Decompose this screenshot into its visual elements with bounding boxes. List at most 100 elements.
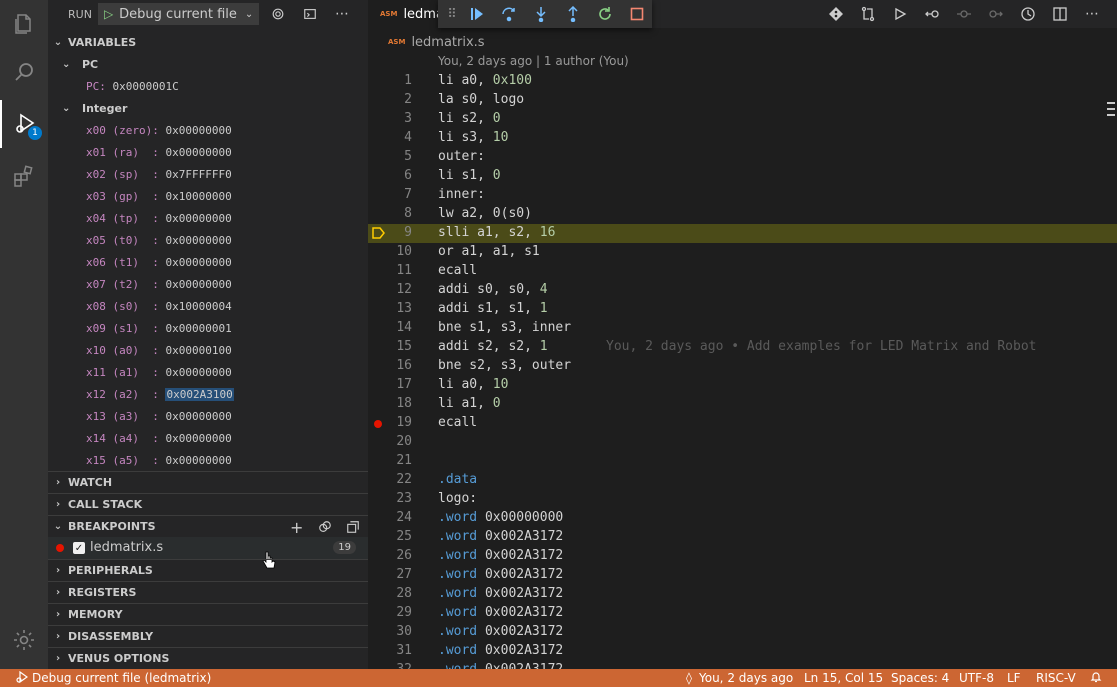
- line-number[interactable]: 10: [368, 244, 412, 259]
- toggle-breakpoints-icon[interactable]: [318, 520, 332, 537]
- code-line[interactable]: 23 logo:: [368, 490, 1117, 509]
- line-number[interactable]: 22: [368, 472, 412, 487]
- variable-register[interactable]: x07 (t2) : 0x00000000: [86, 273, 232, 295]
- code-line[interactable]: 11 ecall: [368, 262, 1117, 281]
- variable-register[interactable]: x01 (ra) : 0x00000000: [86, 141, 232, 163]
- venus-options-section-header[interactable]: › VENUS OPTIONS: [48, 647, 368, 669]
- start-debug-icon[interactable]: ▷: [104, 7, 113, 21]
- variable-register[interactable]: x12 (a2) : 0x002A3100: [86, 383, 234, 405]
- code-line[interactable]: 17 li a0, 10: [368, 376, 1117, 395]
- line-number[interactable]: 31: [368, 643, 412, 658]
- line-number[interactable]: 18: [368, 396, 412, 411]
- variable-register[interactable]: x05 (t0) : 0x00000000: [86, 229, 232, 251]
- line-number[interactable]: 17: [368, 377, 412, 392]
- variable-register[interactable]: x08 (s0) : 0x10000004: [86, 295, 232, 317]
- timeline-icon[interactable]: [1018, 4, 1038, 24]
- breakpoint-item[interactable]: ✓ ledmatrix.s 19: [48, 537, 368, 569]
- line-number[interactable]: 3: [368, 111, 412, 126]
- line-number[interactable]: 26: [368, 548, 412, 563]
- breakpoint-checkbox[interactable]: ✓: [73, 542, 85, 554]
- code-line[interactable]: 9 slli a1, s2, 16: [368, 224, 1117, 243]
- code-line[interactable]: 22 .data: [368, 471, 1117, 490]
- debug-status[interactable]: Debug current file (ledmatrix): [32, 671, 211, 685]
- commit-icon[interactable]: [954, 4, 974, 24]
- line-number[interactable]: 27: [368, 567, 412, 582]
- run-file-icon[interactable]: [890, 4, 910, 24]
- callstack-section-header[interactable]: › CALL STACK: [48, 493, 368, 515]
- breadcrumb[interactable]: ASM ledmatrix.s: [388, 32, 485, 52]
- line-number[interactable]: 24: [368, 510, 412, 525]
- compare-changes-icon[interactable]: [858, 4, 878, 24]
- cursor-position[interactable]: Ln 15, Col 15: [804, 671, 883, 685]
- more-actions-icon[interactable]: ⋯: [333, 5, 351, 23]
- line-number[interactable]: 21: [368, 453, 412, 468]
- extensions-icon[interactable]: [0, 152, 48, 200]
- line-number[interactable]: 14: [368, 320, 412, 335]
- variable-pc[interactable]: PC: 0x0000001C: [86, 75, 179, 97]
- code-line[interactable]: 31 .word 0x002A3172: [368, 642, 1117, 661]
- indentation[interactable]: Spaces: 4: [891, 671, 949, 685]
- code-line[interactable]: 7 inner:: [368, 186, 1117, 205]
- code-line[interactable]: 4 li s3, 10: [368, 129, 1117, 148]
- code-line[interactable]: 13 addi s1, s1, 1: [368, 300, 1117, 319]
- git-icon[interactable]: [826, 4, 846, 24]
- step-into-icon[interactable]: [531, 4, 551, 24]
- go-back-icon[interactable]: [922, 4, 942, 24]
- code-line[interactable]: 25 .word 0x002A3172: [368, 528, 1117, 547]
- variable-register[interactable]: x11 (a1) : 0x00000000: [86, 361, 232, 383]
- add-breakpoint-icon[interactable]: +: [290, 518, 303, 537]
- line-number[interactable]: 28: [368, 586, 412, 601]
- disassembly-section-header[interactable]: › DISASSEMBLY: [48, 625, 368, 647]
- code-line[interactable]: 16 bne s2, s3, outer: [368, 357, 1117, 376]
- line-number[interactable]: 23: [368, 491, 412, 506]
- end-of-line[interactable]: LF: [1007, 671, 1021, 685]
- variable-register[interactable]: x00 (zero): 0x00000000: [86, 119, 232, 141]
- code-line[interactable]: 6 li s1, 0: [368, 167, 1117, 186]
- line-number[interactable]: 5: [368, 149, 412, 164]
- go-forward-icon[interactable]: [986, 4, 1006, 24]
- stop-icon[interactable]: [627, 4, 647, 24]
- line-number[interactable]: 4: [368, 130, 412, 145]
- line-number[interactable]: 12: [368, 282, 412, 297]
- registers-section-header[interactable]: › REGISTERS: [48, 581, 368, 603]
- git-blame-status[interactable]: You, 2 days ago: [699, 671, 793, 685]
- code-line[interactable]: 29 .word 0x002A3172: [368, 604, 1117, 623]
- debug-config-select[interactable]: ▷ Debug current file ⌄: [97, 3, 260, 25]
- step-over-icon[interactable]: [499, 4, 519, 24]
- variable-register[interactable]: x03 (gp) : 0x10000000: [86, 185, 232, 207]
- code-line[interactable]: 27 .word 0x002A3172: [368, 566, 1117, 585]
- restart-icon[interactable]: [595, 4, 615, 24]
- code-line[interactable]: 2 la s0, logo: [368, 91, 1117, 110]
- variable-register[interactable]: x02 (sp) : 0x7FFFFFF0: [86, 163, 232, 185]
- variable-register[interactable]: x06 (t1) : 0x00000000: [86, 251, 232, 273]
- tab-ledmatrix[interactable]: ASM ledmatrix.s: [368, 0, 438, 28]
- code-line[interactable]: 28 .word 0x002A3172: [368, 585, 1117, 604]
- encoding[interactable]: UTF-8: [959, 671, 994, 685]
- step-out-icon[interactable]: [563, 4, 583, 24]
- line-number[interactable]: 29: [368, 605, 412, 620]
- pc-scope[interactable]: ⌄ PC: [62, 53, 98, 75]
- watch-section-header[interactable]: › WATCH: [48, 471, 368, 493]
- code-line[interactable]: 21: [368, 452, 1117, 471]
- line-number[interactable]: 25: [368, 529, 412, 544]
- line-number[interactable]: 8: [368, 206, 412, 221]
- variable-register[interactable]: x10 (a0) : 0x00000100: [86, 339, 232, 361]
- line-number[interactable]: 2: [368, 92, 412, 107]
- variable-register[interactable]: x13 (a3) : 0x00000000: [86, 405, 232, 427]
- breakpoint-icon[interactable]: [374, 420, 382, 428]
- run-debug-icon[interactable]: 1: [0, 100, 48, 148]
- line-number[interactable]: 15: [368, 339, 412, 354]
- continue-icon[interactable]: [467, 4, 487, 24]
- git-codelens[interactable]: You, 2 days ago | 1 author (You): [438, 54, 629, 73]
- code-line[interactable]: 12 addi s0, s0, 4: [368, 281, 1117, 300]
- line-number[interactable]: 1: [368, 73, 412, 88]
- line-number[interactable]: 11: [368, 263, 412, 278]
- variable-register[interactable]: x09 (s1) : 0x00000001: [86, 317, 232, 339]
- line-number[interactable]: 20: [368, 434, 412, 449]
- code-line[interactable]: 30 .word 0x002A3172: [368, 623, 1117, 642]
- code-line[interactable]: 24 .word 0x00000000: [368, 509, 1117, 528]
- variable-register[interactable]: x15 (a5) : 0x00000000: [86, 449, 232, 471]
- code-line[interactable]: 15 addi s2, s2, 1 You, 2 days ago • Add ex…: [368, 338, 1117, 357]
- variables-section-header[interactable]: ⌄ VARIABLES: [48, 31, 368, 53]
- explorer-icon[interactable]: [0, 0, 48, 48]
